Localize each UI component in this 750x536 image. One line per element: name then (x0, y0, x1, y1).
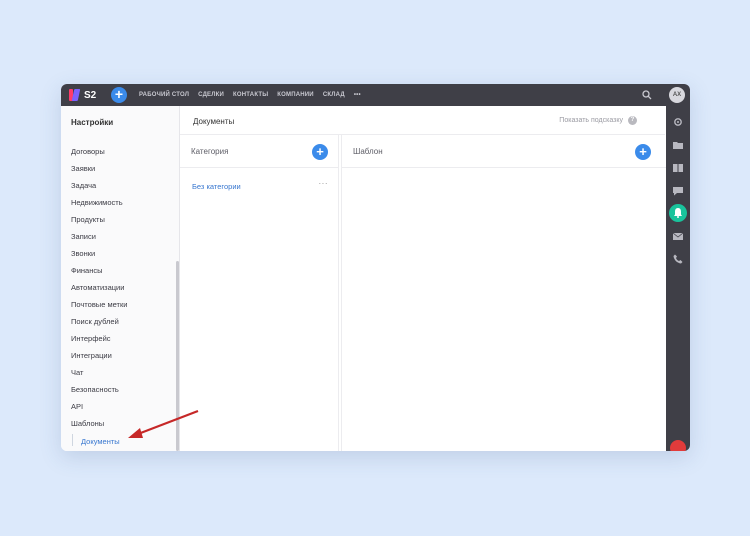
page-header: Документы Показать подсказку ? (180, 106, 665, 135)
main-nav: РАБОЧИЙ СТОЛ СДЕЛКИ КОНТАКТЫ КОМПАНИИ СК… (139, 92, 370, 98)
sidebar-scrollbar[interactable] (176, 261, 179, 451)
sidebar-item-api[interactable]: API (71, 402, 83, 411)
template-panel-header: Шаблон + (342, 135, 666, 168)
sidebar-item-calls[interactable]: Звонки (71, 249, 95, 258)
mail-icon[interactable] (672, 230, 684, 242)
right-toolbar (666, 106, 690, 451)
sidebar-item-products[interactable]: Продукты (71, 215, 105, 224)
nav-item-contacts[interactable]: КОНТАКТЫ (233, 92, 268, 98)
sidebar-item-integrations[interactable]: Интеграции (71, 351, 112, 360)
search-icon[interactable] (641, 89, 653, 101)
top-bar: S2 + РАБОЧИЙ СТОЛ СДЕЛКИ КОНТАКТЫ КОМПАН… (61, 84, 690, 106)
sidebar-item-requests[interactable]: Заявки (71, 164, 95, 173)
sidebar-item-real-estate[interactable]: Недвижимость (71, 198, 123, 207)
nav-item-desktop[interactable]: РАБОЧИЙ СТОЛ (139, 92, 189, 98)
category-more-button[interactable]: ··· (319, 179, 329, 188)
sidebar-item-chat[interactable]: Чат (71, 368, 83, 377)
sidebar-item-finance[interactable]: Финансы (71, 266, 103, 275)
category-panel: Категория + Без категории ··· (180, 135, 339, 451)
sidebar-title: Настройки (71, 118, 114, 127)
logo[interactable]: S2 (69, 89, 103, 101)
sidebar-item-documents[interactable]: Документы (81, 437, 120, 446)
sidebar-item-security[interactable]: Безопасность (71, 385, 119, 394)
sidebar-item-task[interactable]: Задача (71, 181, 96, 190)
sidebar-item-automations[interactable]: Автоматизации (71, 283, 124, 292)
nav-item-warehouse[interactable]: СКЛАД (323, 92, 345, 98)
category-panel-header: Категория + (180, 135, 338, 168)
category-panel-title: Категория (191, 147, 229, 156)
sidebar-item-interface[interactable]: Интерфейс (71, 334, 111, 343)
avatar[interactable]: АХ (669, 87, 685, 103)
logo-mark-icon (69, 89, 79, 101)
sidebar-item-records[interactable]: Записи (71, 232, 96, 241)
notifications-button[interactable] (669, 204, 687, 222)
folder-icon[interactable] (672, 139, 684, 151)
sidebar-item-templates[interactable]: Шаблоны (71, 419, 104, 428)
nav-item-deals[interactable]: СДЕЛКИ (198, 92, 224, 98)
support-badge[interactable] (670, 440, 686, 451)
bell-icon (674, 208, 682, 218)
global-add-button[interactable]: + (111, 87, 127, 103)
nav-more-button[interactable]: ••• (354, 92, 361, 98)
add-template-button[interactable]: + (635, 144, 651, 160)
gear-icon[interactable] (672, 116, 684, 128)
sidebar-item-mail-tags[interactable]: Почтовые метки (71, 300, 127, 309)
logo-text: S2 (84, 89, 97, 101)
show-hint-link[interactable]: Показать подсказку (559, 117, 623, 124)
sidebar-item-duplicate-search[interactable]: Поиск дублей (71, 317, 119, 326)
settings-sidebar: Настройки Договоры Заявки Задача Недвижи… (61, 106, 180, 451)
category-item[interactable]: Без категории (192, 182, 241, 191)
page-title: Документы (193, 117, 235, 126)
template-panel-title: Шаблон (353, 147, 383, 156)
add-category-button[interactable]: + (312, 144, 328, 160)
app-window: S2 + РАБОЧИЙ СТОЛ СДЕЛКИ КОНТАКТЫ КОМПАН… (61, 84, 690, 451)
chat-icon[interactable] (672, 185, 684, 197)
book-icon[interactable] (672, 162, 684, 174)
phone-icon[interactable] (672, 253, 684, 265)
active-indicator (72, 434, 73, 446)
template-panel: Шаблон + (341, 135, 666, 451)
sidebar-item-contracts[interactable]: Договоры (71, 147, 105, 156)
help-icon[interactable]: ? (628, 116, 637, 125)
nav-item-companies[interactable]: КОМПАНИИ (277, 92, 314, 98)
